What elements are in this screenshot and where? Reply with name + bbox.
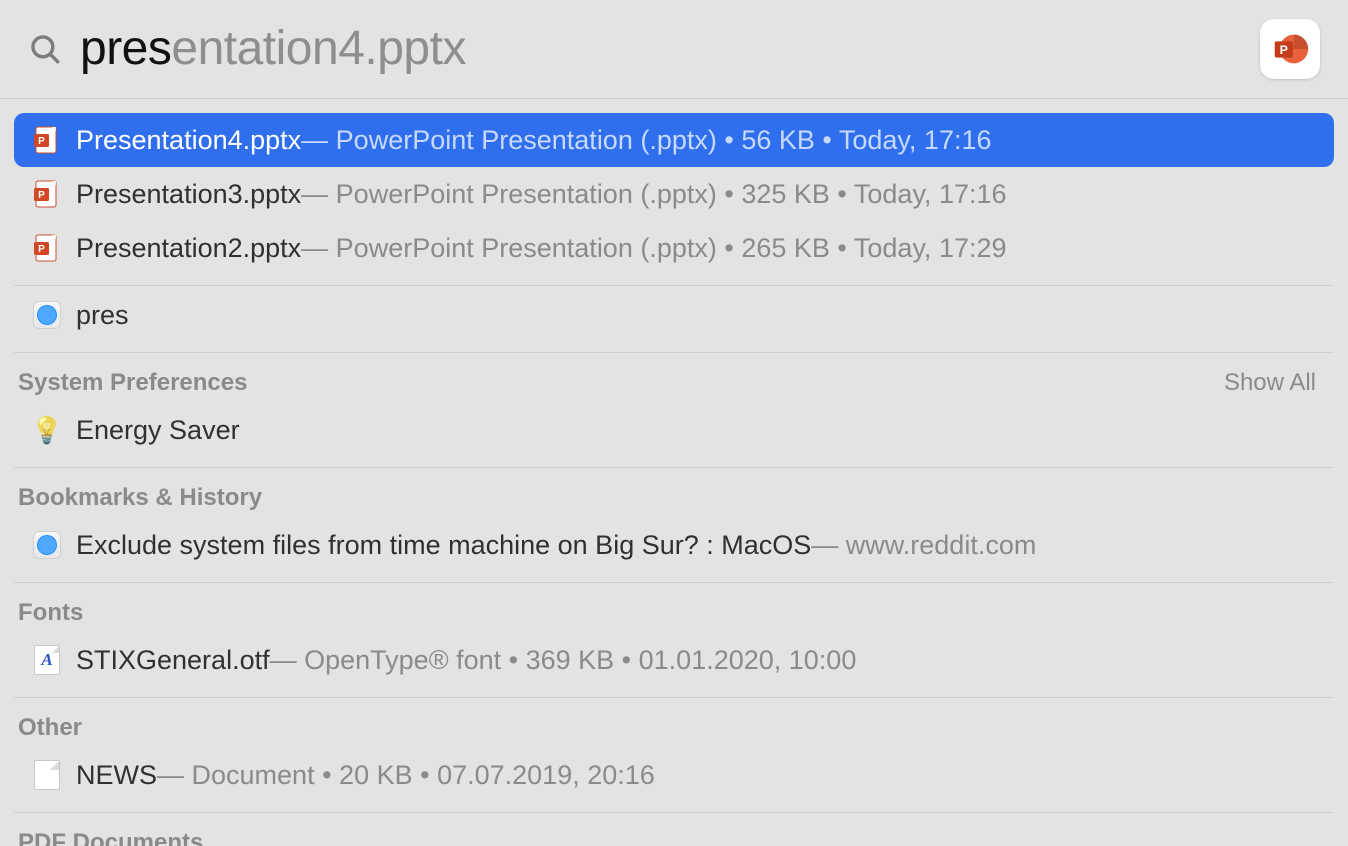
section-title: Fonts <box>18 599 83 627</box>
spotlight-search-bar: presentation4.pptx P <box>0 0 1348 98</box>
result-title: Energy Saver <box>76 415 240 446</box>
result-meta: PowerPoint Presentation (.pptx)325 KBTod… <box>301 179 1006 210</box>
result-title: pres <box>76 300 129 331</box>
result-title: Presentation4.pptx <box>76 125 301 156</box>
top-hit-app-icon: P <box>1260 19 1320 79</box>
result-title: Presentation3.pptx <box>76 179 301 210</box>
file-result-row[interactable]: P Presentation3.pptxPowerPoint Presentati… <box>14 167 1334 221</box>
file-result-row[interactable]: P Presentation2.pptxPowerPoint Presentati… <box>14 221 1334 275</box>
search-typed-text: pres <box>80 22 171 75</box>
powerpoint-file-icon: P <box>32 179 62 209</box>
result-meta: OpenType® font369 KB01.01.2020, 10:00 <box>270 645 857 676</box>
result-row[interactable]: NEWSDocument20 KB07.07.2019, 20:16 <box>14 748 1334 802</box>
section-header: Fonts <box>14 585 1334 633</box>
result-row[interactable]: Exclude system files from time machine o… <box>14 518 1334 572</box>
font-file-icon: A <box>32 645 62 675</box>
file-result-row[interactable]: P Presentation4.pptxPowerPoint Presentati… <box>14 113 1334 167</box>
section-header: System Preferences Show All <box>14 355 1334 403</box>
svg-text:P: P <box>1280 43 1288 57</box>
result-title: STIXGeneral.otf <box>76 645 270 676</box>
result-title: Exclude system files from time machine o… <box>76 530 811 561</box>
section-title: Other <box>18 714 82 742</box>
section-title: PDF Documents <box>18 829 203 846</box>
result-row[interactable]: A STIXGeneral.otfOpenType® font369 KB01.0… <box>14 633 1334 687</box>
svg-text:P: P <box>38 190 45 201</box>
divider <box>14 352 1334 353</box>
powerpoint-file-icon: P <box>32 233 62 263</box>
section-header: Other <box>14 700 1334 748</box>
document-icon <box>32 760 62 790</box>
search-icon <box>28 32 62 66</box>
section-title: Bookmarks & History <box>18 484 262 512</box>
result-meta: PowerPoint Presentation (.pptx)265 KBTod… <box>301 233 1006 264</box>
search-completion-text: entation4.pptx <box>171 22 466 75</box>
result-row[interactable]: 💡 Energy Saver <box>14 403 1334 457</box>
result-meta: Document20 KB07.07.2019, 20:16 <box>157 760 655 791</box>
svg-text:P: P <box>38 136 45 147</box>
web-search-row[interactable]: pres <box>14 288 1334 342</box>
section-title: System Preferences <box>18 369 247 397</box>
divider <box>14 582 1334 583</box>
search-input[interactable]: presentation4.pptx <box>80 25 1260 73</box>
result-meta: www.reddit.com <box>811 530 1036 561</box>
safari-icon <box>32 300 62 330</box>
show-all-link[interactable]: Show All <box>1224 369 1316 397</box>
section-header: PDF Documents <box>14 815 1334 846</box>
result-title: NEWS <box>76 760 157 791</box>
result-title: Presentation2.pptx <box>76 233 301 264</box>
divider <box>14 812 1334 813</box>
lightbulb-icon: 💡 <box>32 415 62 445</box>
divider <box>14 285 1334 286</box>
results-pane[interactable]: PPresentation4.pptxPowerPoint Presentati… <box>0 98 1348 846</box>
result-meta: PowerPoint Presentation (.pptx)56 KBToda… <box>301 125 991 156</box>
svg-text:P: P <box>38 244 45 255</box>
divider <box>14 467 1334 468</box>
powerpoint-file-icon: P <box>32 125 62 155</box>
safari-icon <box>32 530 62 560</box>
section-header: Bookmarks & History <box>14 470 1334 518</box>
divider <box>14 697 1334 698</box>
